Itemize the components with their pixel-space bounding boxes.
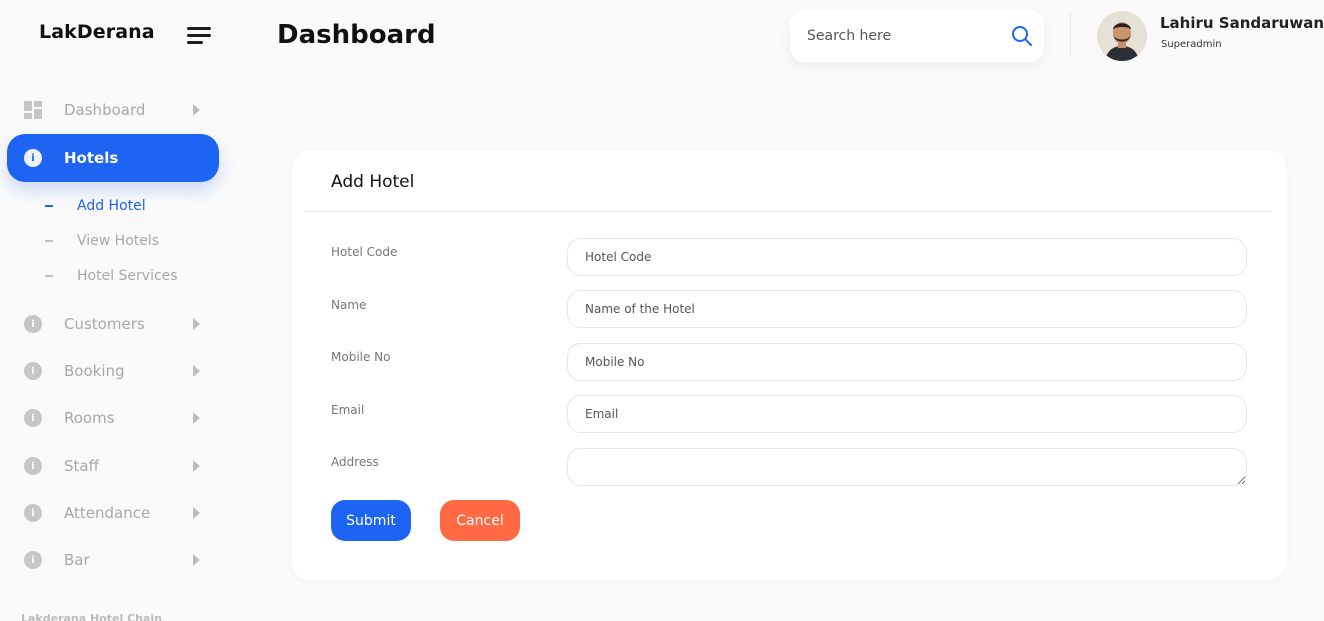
info-icon: i xyxy=(24,315,42,333)
submenu-item-hotel-services[interactable]: Hotel Services xyxy=(45,266,178,286)
email-label: Email xyxy=(331,403,365,417)
add-hotel-card: Add Hotel Hotel Code Name Mobile No Emai… xyxy=(292,150,1286,580)
submit-button[interactable]: Submit xyxy=(331,500,411,541)
chevron-right-icon xyxy=(193,507,200,519)
page-title: Dashboard xyxy=(277,20,436,50)
chevron-right-icon xyxy=(193,318,200,330)
search-icon[interactable] xyxy=(1010,24,1034,48)
info-icon: i xyxy=(24,551,42,569)
chevron-right-icon xyxy=(193,365,200,377)
hotel-code-label: Hotel Code xyxy=(331,245,398,259)
email-input[interactable] xyxy=(567,395,1247,433)
sidebar-footer: Lakderana Hotel Chain xyxy=(21,612,163,621)
sidebar-item-staff[interactable]: i Staff xyxy=(7,442,219,490)
sidebar-item-bar[interactable]: i Bar xyxy=(7,536,219,584)
sidebar-item-dashboard[interactable]: Dashboard xyxy=(7,86,219,134)
sidebar-item-label: Dashboard xyxy=(64,101,146,119)
hotel-code-input[interactable] xyxy=(567,238,1247,276)
dash-icon xyxy=(45,240,53,242)
sidebar-item-label: Hotels xyxy=(64,149,119,167)
card-title: Add Hotel xyxy=(331,172,415,192)
dashboard-grid-icon xyxy=(24,101,42,119)
info-icon: i xyxy=(24,149,42,167)
sidebar-item-hotels[interactable]: i Hotels xyxy=(7,134,219,182)
mobile-label: Mobile No xyxy=(331,350,391,364)
submenu-item-label: Add Hotel xyxy=(77,198,146,214)
sidebar-item-label: Bar xyxy=(64,551,90,569)
sidebar-item-label: Staff xyxy=(64,457,99,475)
hotel-name-input[interactable] xyxy=(567,290,1247,328)
dash-icon xyxy=(45,275,53,277)
cancel-button[interactable]: Cancel xyxy=(440,500,520,541)
brand-logo[interactable]: LakDerana xyxy=(39,21,155,43)
chevron-right-icon xyxy=(193,412,200,424)
sidebar-item-attendance[interactable]: i Attendance xyxy=(7,489,219,537)
sidebar-item-label: Booking xyxy=(64,362,125,380)
sidebar-item-label: Attendance xyxy=(64,504,151,522)
name-label: Name xyxy=(331,298,367,312)
sidebar-item-customers[interactable]: i Customers xyxy=(7,300,219,348)
info-icon: i xyxy=(24,409,42,427)
menu-toggle-icon[interactable] xyxy=(187,26,213,48)
app-root: LakDerana Dashboard Lahiru Sandaruwan Su… xyxy=(0,0,1324,621)
info-icon: i xyxy=(24,362,42,380)
sidebar-item-booking[interactable]: i Booking xyxy=(7,347,219,395)
submenu-item-label: View Hotels xyxy=(77,233,160,249)
sidebar-item-label: Customers xyxy=(64,315,145,333)
user-avatar[interactable] xyxy=(1097,11,1147,61)
address-label: Address xyxy=(331,455,379,469)
sidebar-item-rooms[interactable]: i Rooms xyxy=(7,394,219,442)
submenu-item-view-hotels[interactable]: View Hotels xyxy=(45,231,159,251)
address-textarea[interactable] xyxy=(567,448,1247,486)
dash-icon xyxy=(45,205,53,207)
chevron-right-icon xyxy=(193,104,200,116)
header-divider xyxy=(1070,12,1071,58)
mobile-input[interactable] xyxy=(567,343,1247,381)
submenu-item-label: Hotel Services xyxy=(77,268,178,284)
sidebar-item-label: Rooms xyxy=(64,409,115,427)
submenu-item-add-hotel[interactable]: Add Hotel xyxy=(45,196,146,216)
search-box xyxy=(790,10,1044,62)
info-icon: i xyxy=(24,457,42,475)
search-input[interactable] xyxy=(790,10,1000,62)
user-role: Superadmin xyxy=(1161,39,1222,50)
card-divider xyxy=(304,211,1272,212)
chevron-right-icon xyxy=(193,554,200,566)
info-icon: i xyxy=(24,504,42,522)
user-name[interactable]: Lahiru Sandaruwan xyxy=(1160,14,1324,32)
chevron-right-icon xyxy=(193,460,200,472)
